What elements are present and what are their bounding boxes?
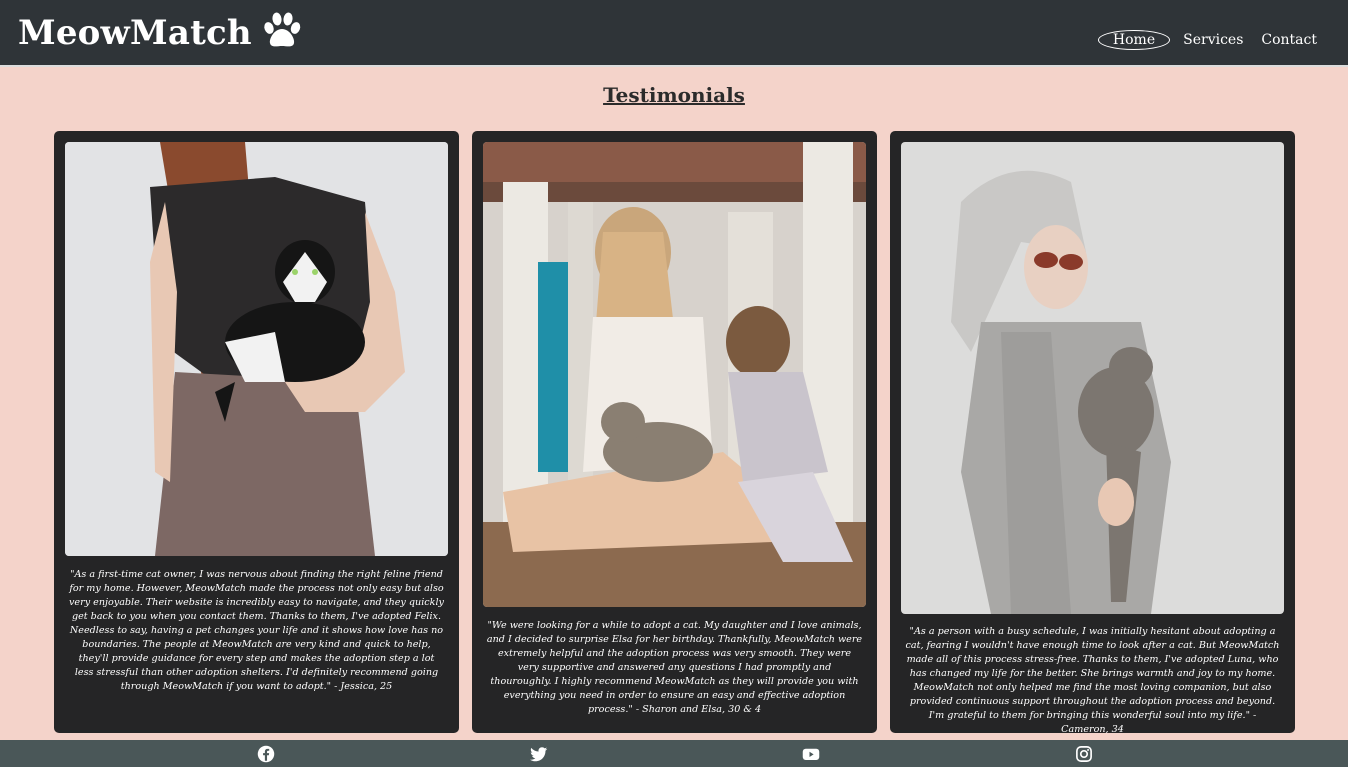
testimonial-quote: "As a first-time cat owner, I was nervou… — [69, 569, 444, 692]
testimonial-card: "As a first-time cat owner, I was nervou… — [54, 131, 459, 733]
nav-services[interactable]: Services — [1178, 31, 1248, 49]
site-footer — [0, 740, 1348, 767]
brand-name: MeowMatch — [18, 13, 252, 53]
testimonial-card: "As a person with a busy schedule, I was… — [890, 131, 1295, 735]
testimonial-photo — [901, 142, 1284, 614]
page-title: Testimonials — [603, 83, 745, 107]
testimonial-card: "We were looking for a while to adopt a … — [472, 131, 877, 733]
twitter-icon[interactable] — [530, 745, 548, 763]
testimonial-photo — [65, 142, 448, 556]
testimonial-photo — [483, 142, 866, 607]
nav-home[interactable]: Home — [1097, 30, 1171, 50]
brand-logo[interactable]: MeowMatch — [18, 12, 302, 54]
youtube-icon[interactable] — [802, 745, 820, 763]
paw-icon — [262, 12, 302, 54]
facebook-icon[interactable] — [257, 745, 275, 763]
testimonial-quote: "We were looking for a while to adopt a … — [486, 620, 863, 715]
testimonial-quote: "As a person with a busy schedule, I was… — [905, 626, 1280, 735]
site-header: MeowMatch Home Services Contact — [0, 0, 1348, 67]
nav-contact[interactable]: Contact — [1256, 31, 1322, 49]
main-nav: Home Services Contact — [1097, 30, 1322, 50]
instagram-icon[interactable] — [1075, 745, 1093, 763]
